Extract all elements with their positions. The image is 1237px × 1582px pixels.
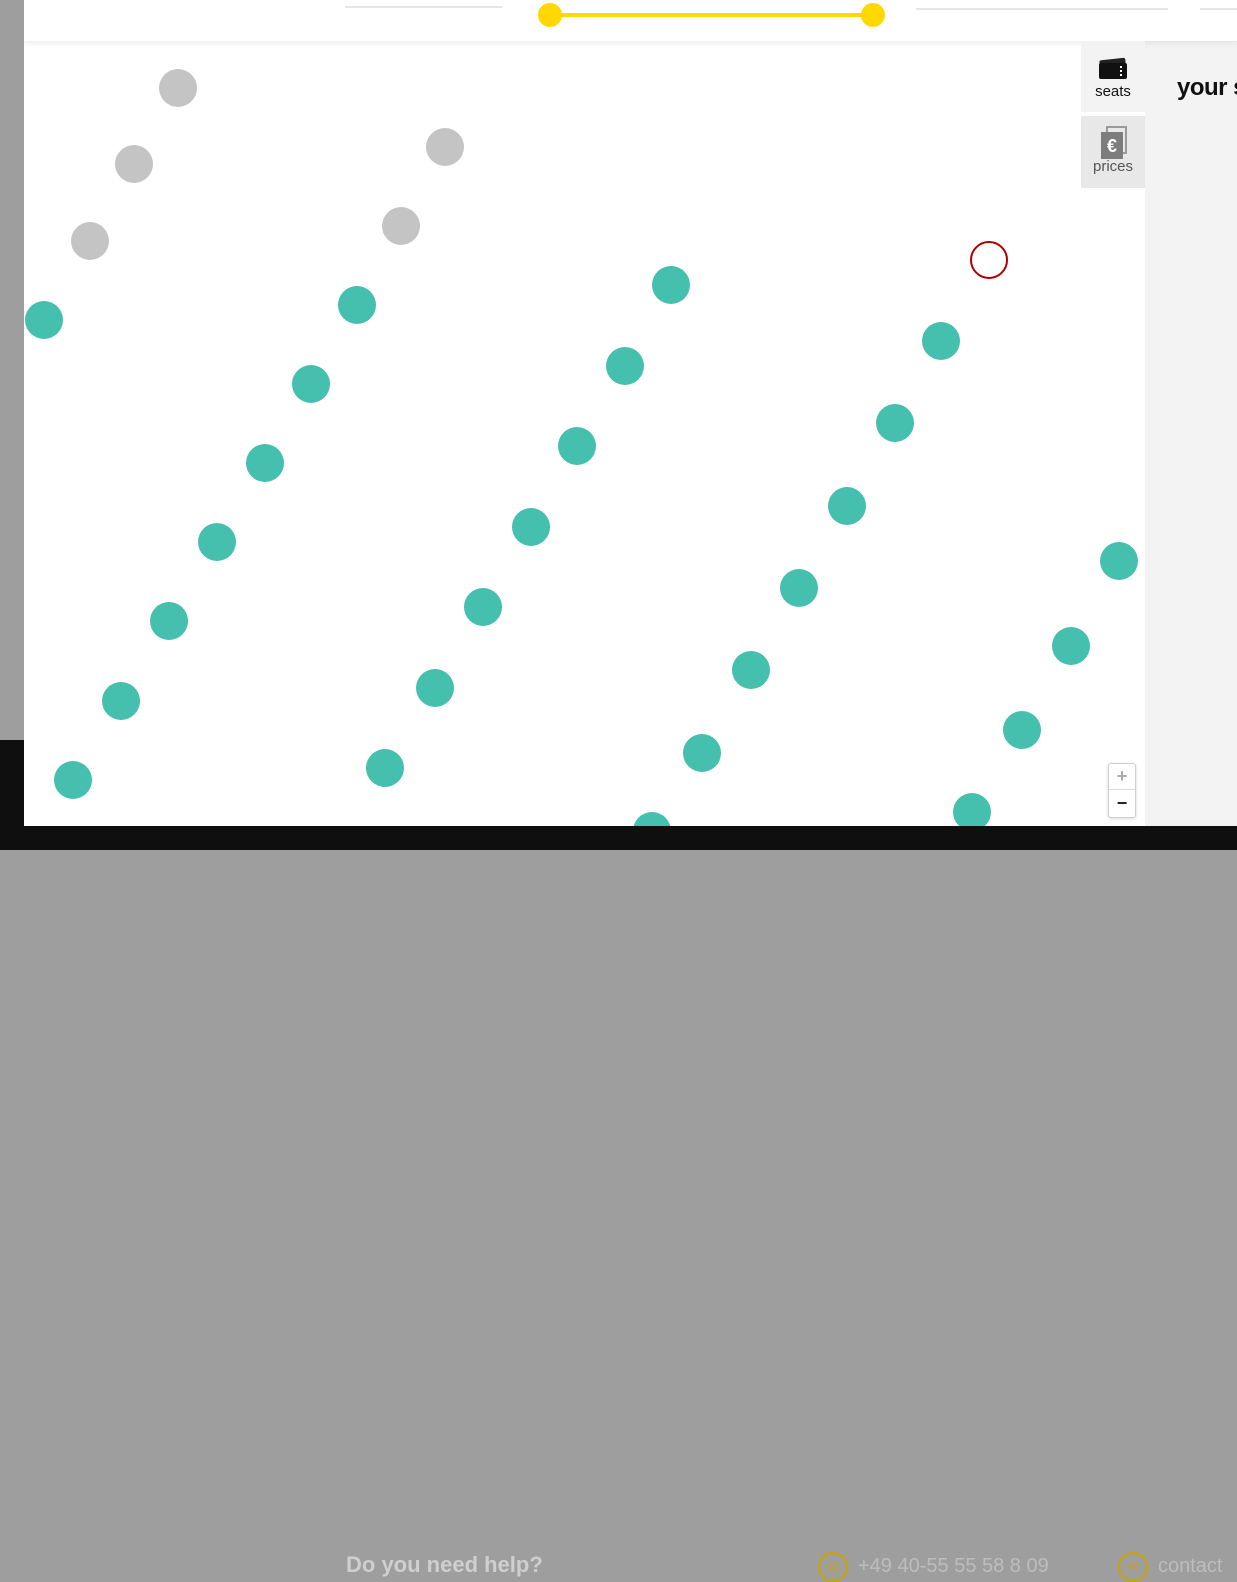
filter-underline [916, 8, 1168, 10]
tab-seats-label: seats [1095, 82, 1131, 100]
tab-prices-label: prices [1092, 157, 1133, 175]
seat-available[interactable] [512, 508, 550, 546]
zoom-out-button[interactable]: − [1109, 790, 1135, 816]
panel-title: your s [1177, 74, 1237, 101]
zoom-in-button[interactable]: + [1109, 764, 1135, 790]
seat-available[interactable] [25, 301, 63, 339]
zoom-control: + − [1108, 763, 1136, 818]
tab-prices[interactable]: € prices [1081, 116, 1145, 188]
seat-available[interactable] [54, 761, 92, 799]
euro-price-icon: € [1097, 125, 1129, 159]
seat-available[interactable] [102, 682, 140, 720]
seat-available[interactable] [922, 322, 960, 360]
phone-icon: ☏ [818, 1552, 848, 1582]
seat-available[interactable] [732, 651, 770, 689]
seat-available[interactable] [292, 365, 330, 403]
seat-selection-modal: seats € prices + − your s [24, 0, 1237, 826]
seat-taken [159, 69, 197, 107]
footer-phone[interactable]: +49 40-55 55 58 8 09 [858, 1555, 1049, 1578]
backdrop-left [0, 0, 24, 740]
seat-available[interactable] [1100, 542, 1138, 580]
seat-available[interactable] [338, 286, 376, 324]
seat-available[interactable] [606, 347, 644, 385]
seat-available[interactable] [150, 602, 188, 640]
selection-panel: your s [1145, 41, 1237, 826]
seat-available[interactable] [652, 266, 690, 304]
seat-available[interactable] [198, 523, 236, 561]
seat-available[interactable] [876, 404, 914, 442]
slider-max-handle[interactable] [861, 3, 885, 27]
seat-available[interactable] [464, 588, 502, 626]
seat-available[interactable] [683, 734, 721, 772]
seat-available[interactable] [633, 812, 671, 826]
seat-map[interactable] [24, 41, 1145, 826]
seat-available[interactable] [953, 793, 991, 826]
tab-seats[interactable]: seats [1081, 42, 1145, 112]
price-range-slider[interactable] [550, 13, 873, 17]
ticket-icon [1097, 55, 1129, 81]
filter-bar [24, 0, 1237, 41]
seat-available[interactable] [1052, 627, 1090, 665]
seat-selected[interactable] [970, 241, 1008, 279]
seat-taken [426, 128, 464, 166]
seat-available[interactable] [366, 749, 404, 787]
seat-taken [382, 207, 420, 245]
seat-available[interactable] [1003, 711, 1041, 749]
footer-contact-link[interactable]: contact [1158, 1555, 1222, 1578]
seat-available[interactable] [416, 669, 454, 707]
svg-text:€: € [1107, 136, 1117, 156]
view-tabs: seats € prices [1081, 42, 1145, 188]
seat-taken [115, 145, 153, 183]
filter-underline [1200, 8, 1237, 10]
filter-underline [345, 6, 502, 8]
slider-min-handle[interactable] [538, 3, 562, 27]
mail-icon: ✉ [1118, 1552, 1148, 1582]
seat-available[interactable] [558, 427, 596, 465]
footer-help-text: Do you need help? [346, 1552, 543, 1577]
seat-available[interactable] [246, 444, 284, 482]
seat-available[interactable] [828, 487, 866, 525]
seat-taken [71, 222, 109, 260]
seat-available[interactable] [780, 569, 818, 607]
